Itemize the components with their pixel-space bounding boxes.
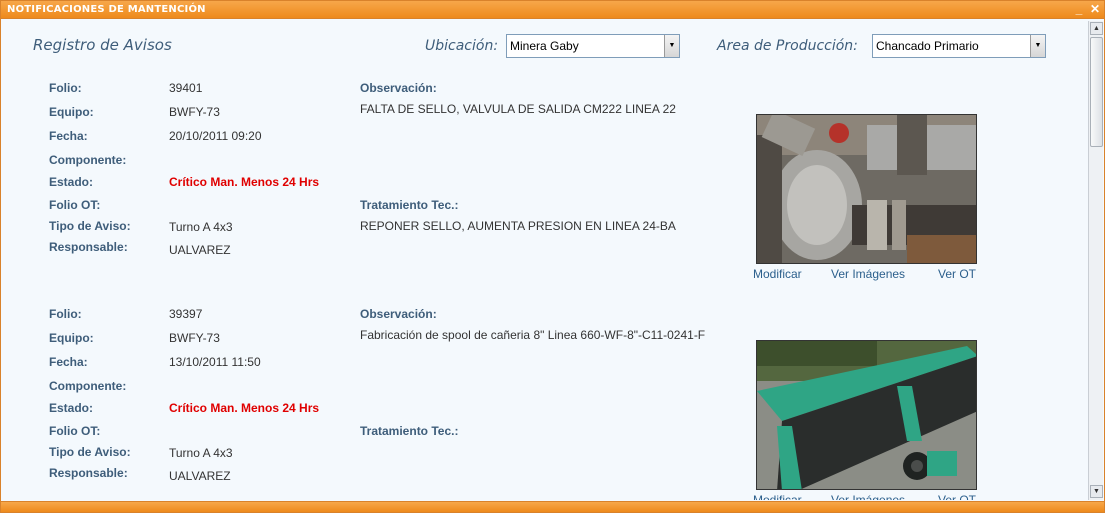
minimize-button[interactable]: _ xyxy=(1072,2,1086,17)
responsable-value: UALVAREZ xyxy=(169,243,231,257)
observacion-value: Fabricación de spool de cañeria 8" Linea… xyxy=(360,328,706,342)
fecha-label: Fecha: xyxy=(49,129,88,143)
valve-photo[interactable] xyxy=(756,114,977,264)
folio-ot-label: Folio OT: xyxy=(49,424,101,438)
tipo-aviso-label: Tipo de Aviso: xyxy=(49,219,131,233)
folio-ot-label: Folio OT: xyxy=(49,198,101,212)
tipo-aviso-label: Tipo de Aviso: xyxy=(49,445,131,459)
folio-value: 39401 xyxy=(169,81,203,95)
equipo-label: Equipo: xyxy=(49,105,94,119)
observacion-value: FALTA DE SELLO, VALVULA DE SALIDA CM222 … xyxy=(360,102,676,116)
estado-value: Crítico Man. Menos 24 Hrs xyxy=(169,175,320,189)
responsable-value: UALVAREZ xyxy=(169,469,231,483)
observacion-label: Observación: xyxy=(360,81,437,95)
scroll-thumb[interactable] xyxy=(1090,37,1103,147)
estado-label: Estado: xyxy=(49,175,94,189)
record-item: Folio: 39401 Equipo: BWFY-73 Fecha: 20/1… xyxy=(3,75,1087,301)
close-button[interactable]: ✕ xyxy=(1088,2,1102,17)
tipo-aviso-value: Turno A 4x3 xyxy=(169,220,233,234)
scroll-up-icon[interactable]: ▲ xyxy=(1090,22,1103,35)
equipo-value: BWFY-73 xyxy=(169,105,220,119)
fecha-value: 20/10/2011 09:20 xyxy=(169,129,262,143)
chevron-down-icon[interactable]: ▼ xyxy=(664,35,679,57)
title-bar[interactable]: NOTIFICACIONES DE MANTENCIÓN _ ✕ xyxy=(1,1,1104,19)
responsable-label: Responsable: xyxy=(49,466,128,480)
ver-ot-link[interactable]: Ver OT xyxy=(938,493,976,500)
scroll-down-icon[interactable]: ▼ xyxy=(1090,485,1103,498)
content-area: Registro de Avisos Ubicación: Minera Gab… xyxy=(3,21,1087,500)
ver-imagenes-link[interactable]: Ver Imágenes xyxy=(831,493,905,500)
modificar-link[interactable]: Modificar xyxy=(753,267,802,281)
bottom-bar xyxy=(1,501,1104,512)
estado-label: Estado: xyxy=(49,401,94,415)
equipo-label: Equipo: xyxy=(49,331,94,345)
ubicacion-label: Ubicación: xyxy=(425,38,499,54)
ver-imagenes-link[interactable]: Ver Imágenes xyxy=(831,267,905,281)
equipo-value: BWFY-73 xyxy=(169,331,220,345)
componente-label: Componente: xyxy=(49,153,127,167)
area-label: Area de Producción: xyxy=(717,38,858,54)
fecha-label: Fecha: xyxy=(49,355,88,369)
conveyor-photo-image xyxy=(757,341,976,489)
folio-label: Folio: xyxy=(49,81,82,95)
componente-label: Componente: xyxy=(49,379,127,393)
notifications-window: NOTIFICACIONES DE MANTENCIÓN _ ✕ Registr… xyxy=(0,0,1105,513)
window-title: NOTIFICACIONES DE MANTENCIÓN xyxy=(7,4,206,15)
area-value: Chancado Primario xyxy=(876,39,979,53)
responsable-label: Responsable: xyxy=(49,240,128,254)
page-title: Registro de Avisos xyxy=(33,36,172,54)
tratamiento-label: Tratamiento Tec.: xyxy=(360,198,459,212)
observacion-label: Observación: xyxy=(360,307,437,321)
valve-photo-image xyxy=(757,115,976,263)
conveyor-photo[interactable] xyxy=(756,340,977,490)
ubicacion-value: Minera Gaby xyxy=(510,39,579,53)
folio-label: Folio: xyxy=(49,307,82,321)
record-item: Folio: 39397 Equipo: BWFY-73 Fecha: 13/1… xyxy=(3,301,1087,500)
tratamiento-value: REPONER SELLO, AUMENTA PRESION EN LINEA … xyxy=(360,219,676,233)
modificar-link[interactable]: Modificar xyxy=(753,493,802,500)
vertical-scrollbar[interactable]: ▲ ▼ xyxy=(1088,21,1103,500)
fecha-value: 13/10/2011 11:50 xyxy=(169,355,261,369)
estado-value: Crítico Man. Menos 24 Hrs xyxy=(169,401,320,415)
ver-ot-link[interactable]: Ver OT xyxy=(938,267,976,281)
area-select[interactable]: Chancado Primario ▼ xyxy=(872,34,1046,58)
tratamiento-label: Tratamiento Tec.: xyxy=(360,424,459,438)
ubicacion-select[interactable]: Minera Gaby ▼ xyxy=(506,34,680,58)
chevron-down-icon[interactable]: ▼ xyxy=(1030,35,1045,57)
folio-value: 39397 xyxy=(169,307,203,321)
tipo-aviso-value: Turno A 4x3 xyxy=(169,446,233,460)
